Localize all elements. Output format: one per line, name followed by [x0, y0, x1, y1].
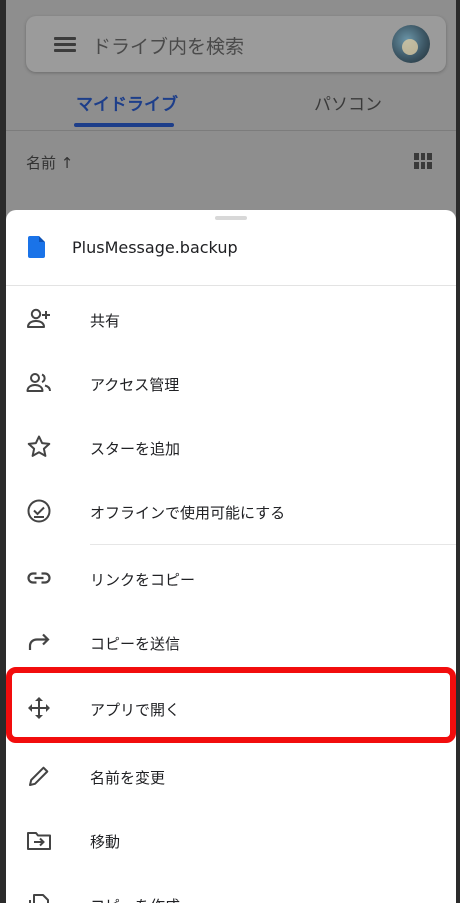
menu-icon[interactable]	[54, 37, 76, 52]
tabs-divider	[6, 130, 456, 131]
menu-item-label: スターを追加	[90, 440, 181, 458]
menu-item-label: オフラインで使用可能にする	[90, 504, 286, 522]
folder-move-icon	[27, 832, 51, 850]
offline-check-icon	[27, 499, 51, 523]
people-icon	[26, 373, 51, 392]
search-bar[interactable]: ドライブ内を検索	[26, 16, 446, 72]
bottom-sheet: PlusMessage.backup 共有 アクセス管理 スターを追加 オフライ…	[6, 210, 456, 903]
tab-my-drive[interactable]: マイドライブ	[76, 90, 178, 115]
menu-item-make-copy[interactable]: コピーを作成	[6, 871, 456, 903]
avatar[interactable]	[392, 25, 430, 63]
menu-item-label: 移動	[90, 833, 121, 851]
grid-view-icon[interactable]	[414, 153, 432, 169]
pencil-icon	[29, 766, 49, 786]
share-arrow-icon	[28, 633, 50, 650]
search-input[interactable]: ドライブ内を検索	[92, 32, 244, 59]
menu-item-make-offline[interactable]: オフラインで使用可能にする	[6, 478, 456, 542]
menu-item-copy-link[interactable]: リンクをコピー	[6, 545, 456, 609]
menu-item-label: アクセス管理	[90, 376, 180, 394]
sort-by-name-button[interactable]: 名前 ↑	[26, 152, 73, 173]
menu-item-move[interactable]: 移動	[6, 807, 456, 871]
copy-icon	[29, 894, 49, 903]
file-icon	[28, 236, 45, 258]
star-outline-icon	[27, 435, 51, 457]
drag-handle[interactable]	[215, 216, 247, 220]
file-name: PlusMessage.backup	[72, 238, 238, 257]
menu-item-share[interactable]: 共有	[6, 286, 456, 350]
menu-item-label: 共有	[90, 312, 121, 330]
menu-item-label: 名前を変更	[90, 769, 166, 787]
menu-item-label: コピーを送信	[90, 635, 181, 653]
highlight-frame	[6, 667, 456, 743]
person-add-icon	[27, 308, 50, 328]
file-header: PlusMessage.backup	[6, 228, 456, 284]
link-icon	[27, 572, 51, 584]
menu-item-add-star[interactable]: スターを追加	[6, 414, 456, 478]
drive-app-background: ドライブ内を検索 マイドライブ パソコン 名前 ↑	[6, 0, 456, 210]
menu-item-send-copy[interactable]: コピーを送信	[6, 609, 456, 673]
menu-item-label: リンクをコピー	[90, 571, 196, 589]
menu-item-manage-access[interactable]: アクセス管理	[6, 350, 456, 414]
tab-computers[interactable]: パソコン	[314, 90, 382, 115]
menu-item-label: コピーを作成	[90, 895, 180, 903]
menu-item-rename[interactable]: 名前を変更	[6, 743, 456, 807]
active-tab-indicator	[74, 123, 174, 127]
phone-screen: ドライブ内を検索 マイドライブ パソコン 名前 ↑ PlusMessage.ba…	[0, 0, 460, 903]
